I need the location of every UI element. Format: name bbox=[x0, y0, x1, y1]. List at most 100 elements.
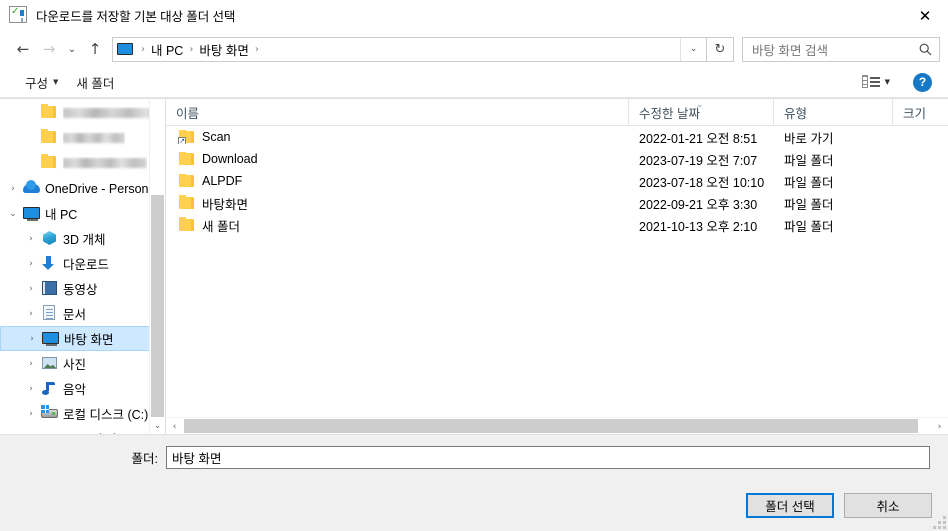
help-icon[interactable]: ? bbox=[913, 72, 932, 92]
expander-open-icon[interactable]: ⌄ bbox=[4, 209, 22, 219]
videos-icon bbox=[40, 280, 60, 297]
refresh-icon[interactable]: ↻ bbox=[707, 36, 734, 62]
select-folder-button[interactable]: 폴더 선택 bbox=[746, 492, 834, 518]
sidebar-item-3[interactable]: › OneDrive - Personal bbox=[0, 176, 165, 201]
folder-picker-dialog: 다운로드를 저장할 기본 대상 폴더 선택 ✕ ← → ⌄ ↑ › 내 PC ›… bbox=[0, 0, 948, 531]
column-header-label: 수정한 날짜 bbox=[639, 106, 700, 121]
folder-icon bbox=[178, 217, 194, 232]
navigation-pane: › OneDrive - Personal ⌄ 내 PC › 3D 개체 › 다운로드 › 동영상… bbox=[0, 99, 166, 435]
column-header-date[interactable]: 수정한 날짜 ⌄ bbox=[629, 99, 774, 125]
search-input[interactable]: 바탕 화면 검색 bbox=[752, 40, 917, 59]
sidebar-item-label: 사진 bbox=[63, 358, 87, 372]
organize-button[interactable]: 구성 ▼ bbox=[16, 69, 67, 96]
sidebar-item-5[interactable]: › 3D 개체 bbox=[0, 226, 165, 251]
documents-icon bbox=[40, 305, 60, 322]
expander-closed-icon[interactable]: › bbox=[22, 234, 40, 244]
breadcrumb-item-this-pc[interactable]: 내 PC bbox=[149, 40, 185, 59]
sidebar-item-redacted-0[interactable] bbox=[0, 101, 165, 126]
recent-locations-button[interactable]: ⌄ bbox=[62, 36, 82, 62]
sidebar-item-9[interactable]: › 바탕 화면 bbox=[0, 326, 165, 351]
scroll-left-icon[interactable]: ‹ bbox=[166, 418, 183, 435]
expander-closed-icon[interactable]: › bbox=[22, 259, 40, 269]
sidebar-item-label: 바탕 화면 bbox=[64, 333, 114, 347]
expander-closed-icon[interactable]: › bbox=[22, 409, 40, 419]
expander-closed-icon[interactable]: › bbox=[22, 309, 40, 319]
sidebar-item-11[interactable]: › 음악 bbox=[0, 376, 165, 401]
cell-date: 2021-10-13 오후 2:10 bbox=[639, 219, 758, 234]
pictures-icon bbox=[40, 355, 60, 372]
file-list-pane: 이름 수정한 날짜 ⌄ 유형 크기 ↗ Scan 2022-01-21 오전 8:51 바로 … bbox=[166, 99, 948, 435]
column-header-label: 이름 bbox=[176, 106, 200, 121]
search-icon bbox=[917, 41, 933, 57]
sidebar-item-6[interactable]: › 다운로드 bbox=[0, 251, 165, 276]
folder-input[interactable]: 바탕 화면 bbox=[166, 445, 930, 469]
close-icon[interactable]: ✕ bbox=[902, 0, 948, 31]
sidebar-item-redacted-2[interactable] bbox=[0, 151, 165, 176]
expander-closed-icon[interactable]: › bbox=[22, 359, 40, 369]
table-row[interactable]: 새 폴더 2021-10-13 오후 2:10 파일 폴더 bbox=[166, 214, 948, 236]
scroll-down-icon[interactable]: ⌄ bbox=[150, 417, 165, 434]
sidebar-item-label bbox=[63, 157, 147, 171]
drive-icon bbox=[40, 430, 60, 435]
cell-name: ALPDF bbox=[166, 174, 629, 188]
file-list-hscrollbar[interactable]: ‹ › bbox=[166, 417, 948, 435]
expander-closed-icon[interactable]: › bbox=[23, 334, 41, 344]
table-row[interactable]: Download 2023-07-19 오전 7:07 파일 폴더 bbox=[166, 148, 948, 170]
hscrollbar-thumb[interactable] bbox=[184, 419, 918, 434]
address-bar[interactable]: › 내 PC › 바탕 화면 › ⌄ bbox=[112, 36, 707, 62]
folder-name-row: 폴더: 바탕 화면 bbox=[0, 435, 948, 479]
forward-button[interactable]: → bbox=[36, 36, 62, 62]
sidebar-scrollbar[interactable]: ⌄ bbox=[149, 99, 165, 435]
cell-date: 2023-07-19 오전 7:07 bbox=[639, 153, 758, 168]
search-box[interactable]: 바탕 화면 검색 bbox=[742, 36, 940, 62]
folder-label: 폴더: bbox=[131, 451, 158, 466]
expander-closed-icon[interactable]: › bbox=[4, 184, 22, 194]
sidebar-item-12[interactable]: › 로컬 디스크 (C:) bbox=[0, 401, 165, 426]
expander-closed-icon[interactable]: › bbox=[22, 434, 40, 435]
folder-shortcut-icon: ↗ bbox=[178, 130, 194, 144]
sidebar-item-8[interactable]: › 문서 bbox=[0, 301, 165, 326]
cell-date: 2022-01-21 오전 8:51 bbox=[639, 131, 758, 146]
cancel-button[interactable]: 취소 bbox=[844, 492, 932, 518]
column-header-size[interactable]: 크기 bbox=[893, 99, 948, 125]
folder-tree: › OneDrive - Personal ⌄ 내 PC › 3D 개체 › 다운로드 › 동영상… bbox=[0, 99, 165, 435]
sidebar-item-13[interactable]: › DATA (D:) bbox=[0, 426, 165, 435]
table-row[interactable]: ↗ Scan 2022-01-21 오전 8:51 바로 가기 bbox=[166, 126, 948, 148]
breadcrumb-item-desktop[interactable]: 바탕 화면 bbox=[197, 40, 250, 59]
table-row[interactable]: ALPDF 2023-07-18 오전 10:10 파일 폴더 bbox=[166, 170, 948, 192]
cell-type: 파일 폴더 bbox=[784, 153, 834, 168]
sort-descending-icon: ⌄ bbox=[696, 100, 704, 110]
sidebar-item-7[interactable]: › 동영상 bbox=[0, 276, 165, 301]
expander-closed-icon[interactable]: › bbox=[22, 284, 40, 294]
change-view-button[interactable]: ▼ bbox=[853, 70, 899, 94]
column-header-type[interactable]: 유형 bbox=[774, 99, 893, 125]
resize-grip[interactable] bbox=[933, 516, 946, 529]
folder-icon bbox=[178, 195, 194, 210]
scroll-right-icon[interactable]: › bbox=[931, 418, 948, 435]
sidebar-item-label: 다운로드 bbox=[63, 258, 110, 272]
sidebar-item-10[interactable]: › 사진 bbox=[0, 351, 165, 376]
sidebar-item-redacted-1[interactable] bbox=[0, 126, 165, 151]
column-header-label: 유형 bbox=[784, 106, 808, 121]
breadcrumb-separator: › bbox=[141, 43, 145, 55]
sidebar-item-4[interactable]: ⌄ 내 PC bbox=[0, 201, 165, 226]
chevron-down-icon: ▼ bbox=[884, 78, 890, 86]
folder-icon bbox=[40, 104, 60, 122]
sidebar-scrollbar-thumb[interactable] bbox=[151, 195, 164, 417]
new-folder-button[interactable]: 새 폴더 bbox=[67, 69, 123, 96]
column-header-name[interactable]: 이름 bbox=[166, 99, 629, 125]
folder-icon bbox=[40, 154, 60, 172]
breadcrumb[interactable]: › 내 PC › 바탕 화면 › bbox=[113, 38, 680, 61]
cell-name-label: Download bbox=[202, 152, 258, 166]
expander-closed-icon[interactable]: › bbox=[22, 384, 40, 394]
back-button[interactable]: ← bbox=[10, 36, 36, 62]
chevron-down-icon[interactable]: ⌄ bbox=[680, 37, 706, 61]
table-row[interactable]: 바탕화면 2022-09-21 오후 3:30 파일 폴더 bbox=[166, 192, 948, 214]
cell-name: ↗ Scan bbox=[166, 130, 629, 144]
cell-name: 바탕화면 bbox=[166, 194, 629, 213]
folder-icon bbox=[40, 129, 60, 147]
navigation-bar: ← → ⌄ ↑ › 내 PC › 바탕 화면 › ⌄ ↻ 바탕 화면 검색 bbox=[0, 31, 948, 67]
sidebar-item-label: 3D 개체 bbox=[63, 233, 106, 247]
up-button[interactable]: ↑ bbox=[82, 36, 108, 62]
cell-type: 파일 폴더 bbox=[784, 219, 834, 234]
